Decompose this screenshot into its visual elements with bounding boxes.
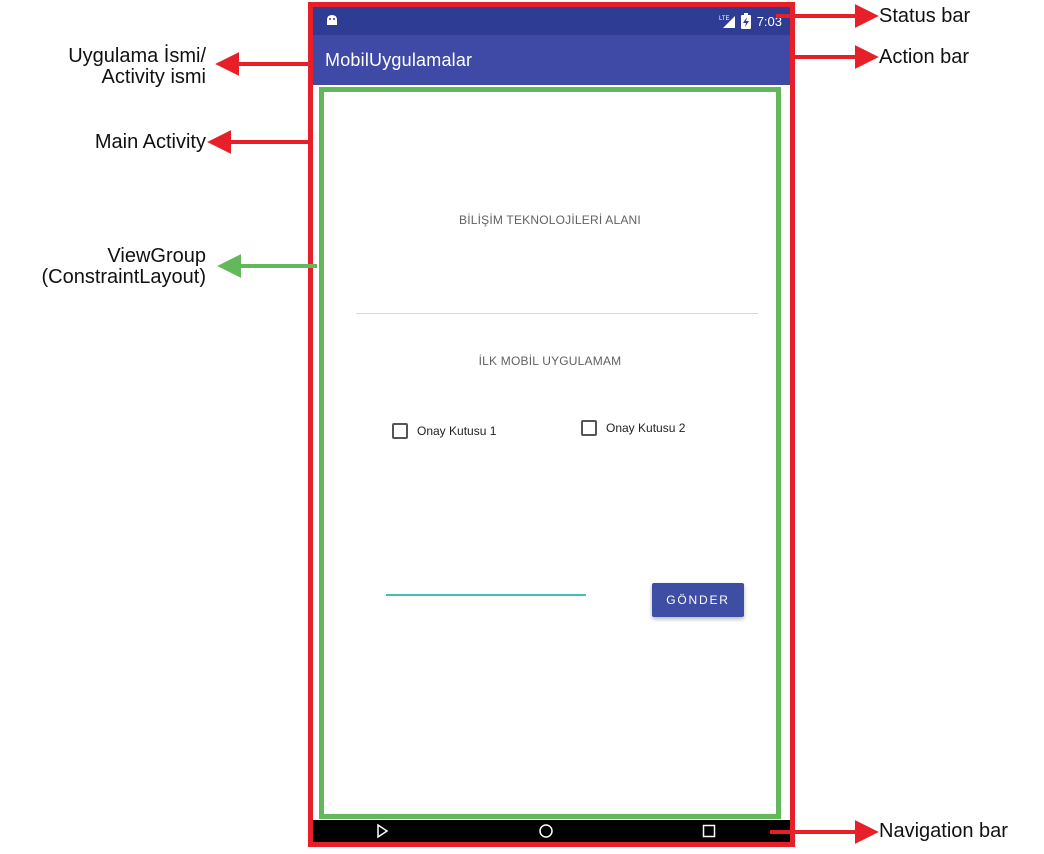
status-bar: LTE 7:03 (313, 7, 790, 35)
phone-frame: LTE 7:03 MobilUygulamalar BİLİŞİM TEKNOL… (308, 2, 795, 847)
text-input[interactable] (386, 570, 586, 596)
battery-charging-icon (740, 13, 751, 29)
label-viewgroup: ViewGroup (ConstraintLayout) (41, 246, 206, 288)
home-icon[interactable] (538, 823, 554, 839)
label-viewgroup-line1: ViewGroup (107, 245, 206, 267)
label-viewgroup-line2: (ConstraintLayout) (41, 266, 206, 288)
label-action-bar: Action bar (879, 46, 970, 68)
app-title: MobilUygulamalar (325, 49, 473, 70)
action-bar: MobilUygulamalar (313, 35, 790, 85)
label-status-bar: Status bar (879, 5, 971, 27)
screen-title: BİLİŞİM TEKNOLOJİLERİ ALANI (459, 213, 641, 227)
checkbox-2-label: Onay Kutusu 2 (606, 421, 686, 435)
lte-signal-icon: LTE (719, 16, 735, 28)
label-app-name-line2: Activity ismi (101, 66, 206, 88)
recents-icon[interactable] (701, 823, 717, 839)
divider (356, 313, 758, 314)
label-app-name-line1: Uygulama İsmi/ (68, 45, 206, 67)
status-icons: LTE 7:03 (719, 7, 782, 35)
checkbox-1-label: Onay Kutusu 1 (417, 424, 497, 438)
checkbox-1-box[interactable] (392, 423, 408, 439)
network-type-text: LTE (719, 16, 730, 22)
status-time: 7:03 (756, 13, 782, 29)
navigation-bar (313, 820, 790, 842)
label-main-activity: Main Activity (94, 131, 206, 153)
label-app-name: Uygulama İsmi/ Activity ismi (68, 46, 206, 88)
checkbox-1[interactable]: Onay Kutusu 1 (392, 423, 496, 439)
send-button[interactable]: GÖNDER (652, 583, 744, 617)
screen-subtitle: İLK MOBİL UYGULAMAM (478, 354, 622, 368)
viewgroup-constraint-layout: BİLİŞİM TEKNOLOJİLERİ ALANI İLK MOBİL UY… (319, 87, 781, 819)
checkbox-2-box[interactable] (581, 420, 597, 436)
checkbox-2[interactable]: Onay Kutusu 2 (581, 420, 685, 436)
android-icon (327, 15, 337, 25)
back-icon[interactable] (374, 823, 390, 839)
label-navigation-bar: Navigation bar (879, 820, 1008, 842)
